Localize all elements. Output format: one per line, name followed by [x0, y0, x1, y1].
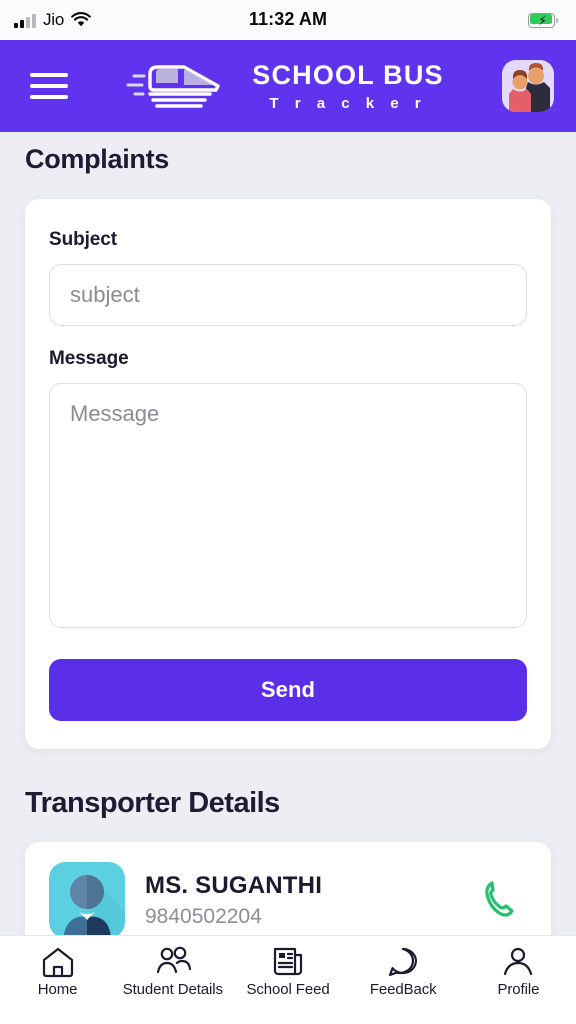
hamburger-menu-icon[interactable] — [30, 69, 72, 103]
user-avatar-icon[interactable] — [502, 60, 554, 112]
contact-info: MS. SUGANTHI 9840502204 — [145, 872, 459, 929]
nav-label-home: Home — [37, 981, 78, 998]
brand-text: SCHOOL BUS T r a c k e r — [252, 59, 444, 112]
carrier-label: Jio — [43, 10, 65, 29]
nav-label-profile: Profile — [497, 981, 540, 998]
transporter-section-title: Transporter Details — [25, 787, 280, 819]
bottom-navigation: Home Student Details School Feed FeedBac… — [0, 935, 576, 1024]
nav-item-profile[interactable]: Profile — [461, 946, 576, 999]
complaint-form-card: Subject Message Send — [25, 199, 551, 749]
app-screen: Jio 11:32 AM ⚡ SCHOOL BUS T r a c k e r … — [0, 0, 576, 1024]
nav-item-home[interactable]: Home — [0, 946, 115, 999]
contact-avatar-icon — [49, 862, 125, 935]
page-title: Complaints — [25, 144, 170, 174]
nav-item-feedback[interactable]: FeedBack — [346, 946, 461, 999]
students-icon — [155, 946, 191, 978]
home-icon — [40, 946, 76, 978]
nav-label-school-feed: School Feed — [246, 981, 330, 998]
status-bar: Jio 11:32 AM ⚡ — [0, 0, 576, 40]
send-button[interactable]: Send — [49, 659, 527, 721]
newspaper-icon — [270, 946, 306, 978]
brand-subtitle: T r a c k e r — [269, 94, 427, 112]
person-icon — [500, 946, 536, 978]
brand-title: SCHOOL BUS — [252, 59, 444, 90]
subject-label: Subject — [49, 229, 117, 250]
contact-name: MS. SUGANTHI — [145, 871, 323, 899]
nav-label-feedback: FeedBack — [369, 981, 437, 998]
app-header: SCHOOL BUS T r a c k e r — [0, 40, 576, 132]
nav-item-student-details[interactable]: Student Details — [115, 946, 230, 999]
wifi-icon — [71, 12, 91, 28]
message-input[interactable] — [49, 383, 527, 628]
phone-call-icon[interactable] — [479, 876, 527, 924]
chat-bubble-icon — [385, 946, 421, 978]
cellular-signal-icon — [14, 13, 36, 28]
page-content: Complaints Subject Message Send Transpor… — [0, 132, 576, 935]
message-label: Message — [49, 348, 129, 369]
nav-label-student-details: Student Details — [122, 981, 223, 998]
nav-item-school-feed[interactable]: School Feed — [230, 946, 345, 999]
transporter-contact-row[interactable]: MS. SUGANTHI 9840502204 — [25, 842, 551, 935]
subject-input[interactable] — [49, 264, 527, 326]
status-bar-left: Jio — [14, 10, 91, 30]
school-bus-logo-icon — [126, 54, 244, 118]
battery-charging-icon: ⚡ — [528, 12, 558, 28]
contact-phone: 9840502204 — [145, 904, 262, 928]
app-brand: SCHOOL BUS T r a c k e r — [68, 54, 502, 118]
